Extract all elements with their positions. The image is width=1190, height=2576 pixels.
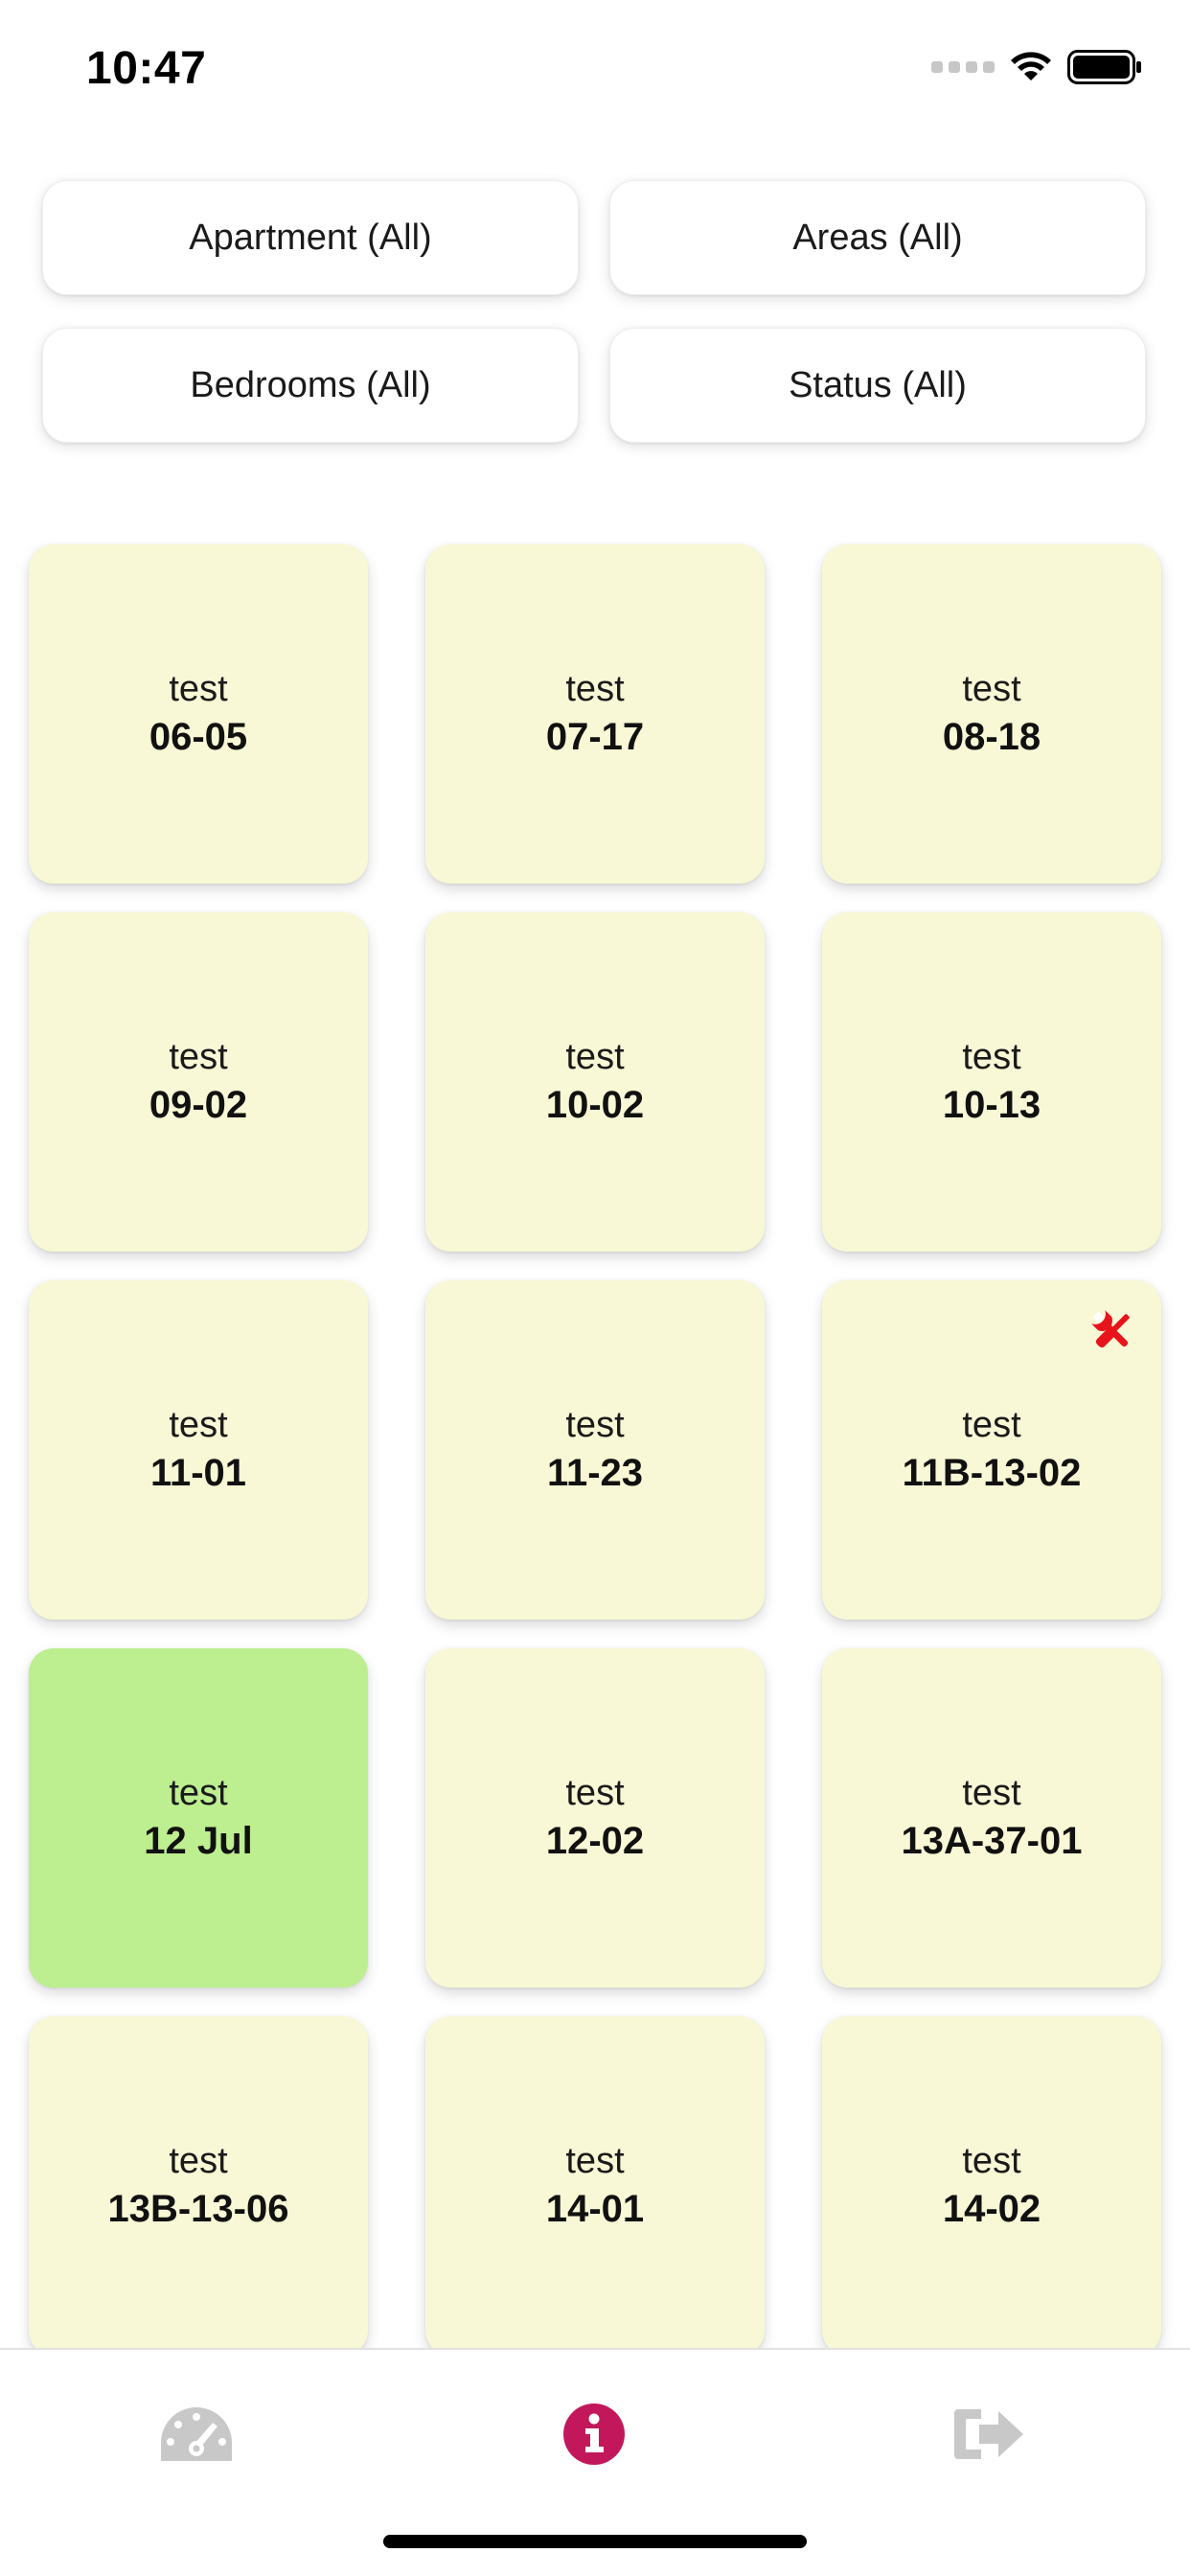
tile-code: 11-23 (546, 1452, 644, 1494)
tile-label: test (169, 669, 228, 709)
cellular-signal-icon (931, 61, 995, 73)
tile-label: test (565, 669, 625, 709)
home-indicator (383, 2535, 807, 2548)
apartment-tile[interactable]: test 12 Jul (29, 1648, 368, 1988)
tile-code: 10-13 (942, 1084, 1041, 1126)
tile-label: test (169, 2141, 228, 2181)
apartment-tile[interactable]: test 13B-13-06 (29, 2016, 368, 2356)
tile-label: test (169, 1405, 228, 1445)
areas-filter-button[interactable]: Areas (All) (609, 180, 1146, 295)
tab-dashboard[interactable] (158, 2396, 235, 2472)
tab-info[interactable] (556, 2396, 632, 2472)
tile-label: test (962, 2141, 1021, 2181)
apartment-tile[interactable]: test 14-02 (822, 2016, 1161, 2356)
apartment-tile[interactable]: test 10-02 (425, 912, 765, 1252)
apartment-tile[interactable]: test 14-01 (425, 2016, 765, 2356)
tab-logout[interactable] (950, 2396, 1027, 2472)
filter-panel: Apartment (All) Areas (All) Bedrooms (Al… (42, 180, 1146, 443)
battery-icon (1067, 50, 1141, 84)
tile-code: 09-02 (149, 1084, 248, 1126)
tile-label: test (169, 1037, 228, 1077)
info-icon (563, 2404, 625, 2465)
tile-label: test (962, 669, 1021, 709)
status-time: 10:47 (86, 43, 207, 94)
apartment-grid: test 06-05 test 07-17 test 08-18 test 09… (29, 544, 1161, 2356)
tile-code: 11B-13-02 (902, 1452, 1082, 1494)
status-icons (931, 50, 1142, 84)
tile-label: test (962, 1405, 1021, 1445)
tile-code: 06-05 (149, 716, 248, 758)
tile-code: 07-17 (545, 716, 645, 758)
tools-icon (1091, 1310, 1130, 1348)
tile-label: test (169, 1773, 228, 1813)
apartment-tile[interactable]: test 13A-37-01 (822, 1648, 1161, 1988)
apartment-tile[interactable]: test 06-05 (29, 544, 368, 884)
bedrooms-filter-button[interactable]: Bedrooms (All) (42, 328, 579, 443)
tile-code: 11-01 (149, 1452, 247, 1494)
tile-code: 12 Jul (144, 1820, 253, 1862)
tile-label: test (565, 1037, 625, 1077)
apartment-tile[interactable]: test 07-17 (425, 544, 765, 884)
status-filter-button[interactable]: Status (All) (609, 328, 1146, 443)
apartment-tile[interactable]: test 12-02 (425, 1648, 765, 1988)
tile-label: test (565, 1773, 625, 1813)
tile-code: 13A-37-01 (901, 1820, 1083, 1862)
apartment-filter-button[interactable]: Apartment (All) (42, 180, 579, 295)
apartment-tile[interactable]: test 11-23 (425, 1280, 765, 1620)
apartment-tile[interactable]: test 08-18 (822, 544, 1161, 884)
tile-label: test (565, 1405, 625, 1445)
dashboard-gauge-icon (161, 2407, 232, 2461)
tile-code: 08-18 (942, 716, 1041, 758)
tile-code: 13B-13-06 (107, 2188, 289, 2230)
tile-code: 14-02 (942, 2188, 1041, 2230)
apartment-tile[interactable]: test 10-13 (822, 912, 1161, 1252)
tile-code: 10-02 (545, 1084, 645, 1126)
wifi-icon (1011, 52, 1051, 80)
tile-code: 12-02 (545, 1820, 645, 1862)
tile-label: test (962, 1773, 1021, 1813)
tile-label: test (962, 1037, 1021, 1077)
apartment-tile[interactable]: test 09-02 (29, 912, 368, 1252)
logout-icon (954, 2409, 1023, 2459)
apartment-tile[interactable]: test 11B-13-02 (822, 1280, 1161, 1620)
apartment-tile[interactable]: test 11-01 (29, 1280, 368, 1620)
tile-code: 14-01 (545, 2188, 645, 2230)
tile-label: test (565, 2141, 625, 2181)
status-bar: 10:47 (0, 0, 1190, 134)
